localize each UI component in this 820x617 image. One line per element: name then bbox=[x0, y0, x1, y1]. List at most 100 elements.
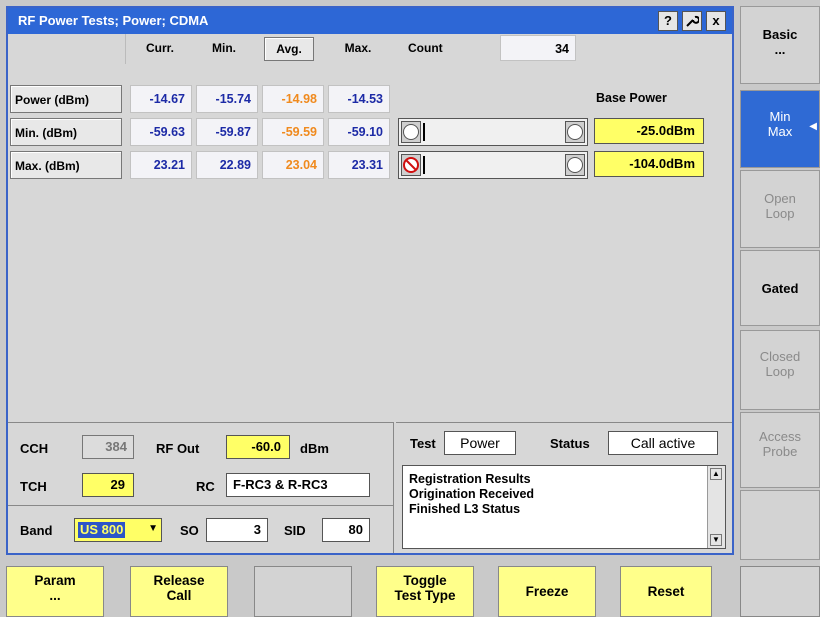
empty-bottom-button[interactable] bbox=[254, 566, 352, 617]
rf-out-unit: dBm bbox=[300, 441, 329, 456]
window-title: RF Power Tests; Power; CDMA bbox=[18, 13, 209, 28]
softkey-label: Probe bbox=[762, 444, 798, 459]
softkey-label: Freeze bbox=[525, 584, 569, 599]
softkey-access-probe[interactable]: Access Probe bbox=[740, 412, 820, 488]
test-value: Power bbox=[444, 431, 516, 455]
log-scrollbar[interactable]: ▲ ▼ bbox=[707, 466, 725, 548]
softkey-label: Loop bbox=[765, 206, 795, 221]
circle-icon bbox=[567, 124, 583, 140]
log-line: Origination Received bbox=[409, 487, 535, 501]
softkey-label: Toggle bbox=[403, 573, 447, 588]
softkey-label: Reset bbox=[647, 584, 685, 599]
row-label-max: Max. (dBm) bbox=[10, 151, 122, 179]
cch-field[interactable]: 384 bbox=[82, 435, 134, 459]
row-label-min: Min. (dBm) bbox=[10, 118, 122, 146]
softkey-basic[interactable]: Basic ... bbox=[740, 6, 820, 84]
power-min: -15.74 bbox=[196, 85, 258, 113]
softkey-label: Test Type bbox=[394, 588, 456, 603]
rf-power-tests-window: RF Power Tests; Power; CDMA ? x Curr. Mi… bbox=[6, 6, 734, 555]
softkey-label: Loop bbox=[765, 364, 795, 379]
row-label-power: Power (dBm) bbox=[10, 85, 122, 113]
empty-bottom-right-button[interactable] bbox=[740, 566, 820, 617]
min-min: -59.87 bbox=[196, 118, 258, 146]
band-select[interactable]: US 800 ▼ bbox=[74, 518, 162, 542]
power-max: -14.53 bbox=[328, 85, 390, 113]
softkey-label: Open bbox=[764, 191, 796, 206]
header-corner bbox=[8, 34, 126, 64]
base-power-min[interactable]: -25.0dBm bbox=[594, 118, 704, 144]
softkey-label: Closed bbox=[759, 349, 801, 364]
limit-marker bbox=[423, 123, 425, 141]
wrench-icon[interactable] bbox=[682, 11, 702, 31]
freeze-button[interactable]: Freeze bbox=[498, 566, 596, 617]
tch-field[interactable]: 29 bbox=[82, 473, 134, 497]
toggle-test-type-button[interactable]: Toggle Test Type bbox=[376, 566, 474, 617]
rf-out-label: RF Out bbox=[156, 441, 200, 456]
min-avg: -59.59 bbox=[262, 118, 324, 146]
softkey-open-loop[interactable]: Open Loop bbox=[740, 170, 820, 248]
softkey-label: Min bbox=[769, 109, 791, 124]
status-value: Call active bbox=[608, 431, 718, 455]
softkey-label: Param bbox=[34, 573, 76, 588]
status-label: Status bbox=[550, 436, 590, 451]
base-power-label: Base Power bbox=[596, 91, 667, 105]
chevron-down-icon: ▼ bbox=[148, 523, 158, 534]
min-limit-bar bbox=[398, 118, 588, 146]
avg-button[interactable]: Avg. bbox=[264, 37, 314, 61]
status-panel: Test Power Status Call active Registrati… bbox=[396, 422, 732, 553]
log-line: Finished L3 Status bbox=[409, 502, 521, 516]
header-min: Min. bbox=[194, 34, 254, 62]
softkey-label: Release bbox=[153, 573, 205, 588]
max-limit-end-button[interactable] bbox=[565, 154, 585, 176]
header-count: Count bbox=[400, 34, 460, 62]
scroll-up-icon[interactable]: ▲ bbox=[710, 468, 722, 480]
softkey-label: Access bbox=[759, 429, 801, 444]
min-limit-checkbox[interactable] bbox=[401, 121, 421, 143]
softkey-closed-loop[interactable]: Closed Loop bbox=[740, 330, 820, 410]
rf-out-field[interactable]: -60.0 bbox=[226, 435, 290, 459]
log-line: Registration Results bbox=[409, 472, 531, 486]
tch-label: TCH bbox=[20, 479, 47, 494]
count-value: 34 bbox=[500, 35, 576, 61]
param-panel: CCH 384 RF Out -60.0 dBm TCH 29 RC F-RC3… bbox=[8, 422, 394, 553]
rc-label: RC bbox=[196, 479, 215, 494]
limit-off-icon bbox=[403, 124, 419, 140]
limit-marker bbox=[423, 156, 425, 174]
max-curr: 23.21 bbox=[130, 151, 192, 179]
title-bar: RF Power Tests; Power; CDMA ? x bbox=[8, 8, 732, 34]
cch-label: CCH bbox=[20, 441, 49, 456]
max-max: 23.31 bbox=[328, 151, 390, 179]
max-limit-checkbox[interactable] bbox=[401, 154, 421, 176]
close-button[interactable]: x bbox=[706, 11, 726, 31]
softkey-empty[interactable] bbox=[740, 490, 820, 560]
test-label: Test bbox=[410, 436, 436, 451]
power-avg: -14.98 bbox=[262, 85, 324, 113]
softkey-label: Max bbox=[767, 124, 793, 139]
rc-field[interactable]: F-RC3 & R-RC3 bbox=[226, 473, 370, 497]
softkey-label: Gated bbox=[761, 281, 799, 296]
band-label: Band bbox=[20, 523, 53, 538]
header-max: Max. bbox=[326, 34, 390, 62]
caret-left-icon: ◀ bbox=[809, 121, 817, 132]
base-power-max[interactable]: -104.0dBm bbox=[594, 151, 704, 177]
no-entry-icon bbox=[403, 157, 419, 173]
sid-label: SID bbox=[284, 523, 306, 538]
softkey-label: ... bbox=[49, 588, 61, 603]
release-call-button[interactable]: Release Call bbox=[130, 566, 228, 617]
softkey-min-max[interactable]: Min Max ◀ bbox=[740, 90, 820, 168]
reset-button[interactable]: Reset bbox=[620, 566, 712, 617]
softkey-label: Call bbox=[166, 588, 192, 603]
sid-field[interactable]: 80 bbox=[322, 518, 370, 542]
softkey-label: ... bbox=[774, 42, 786, 57]
min-curr: -59.63 bbox=[130, 118, 192, 146]
min-limit-end-button[interactable] bbox=[565, 121, 585, 143]
scroll-down-icon[interactable]: ▼ bbox=[710, 534, 722, 546]
help-button[interactable]: ? bbox=[658, 11, 678, 31]
power-curr: -14.67 bbox=[130, 85, 192, 113]
softkey-gated[interactable]: Gated bbox=[740, 250, 820, 326]
log-box[interactable]: Registration Results Origination Receive… bbox=[402, 465, 726, 549]
so-field[interactable]: 3 bbox=[206, 518, 268, 542]
param-button[interactable]: Param ... bbox=[6, 566, 104, 617]
max-avg: 23.04 bbox=[262, 151, 324, 179]
table-header: Curr. Min. Avg. Max. Count 34 bbox=[8, 34, 732, 64]
